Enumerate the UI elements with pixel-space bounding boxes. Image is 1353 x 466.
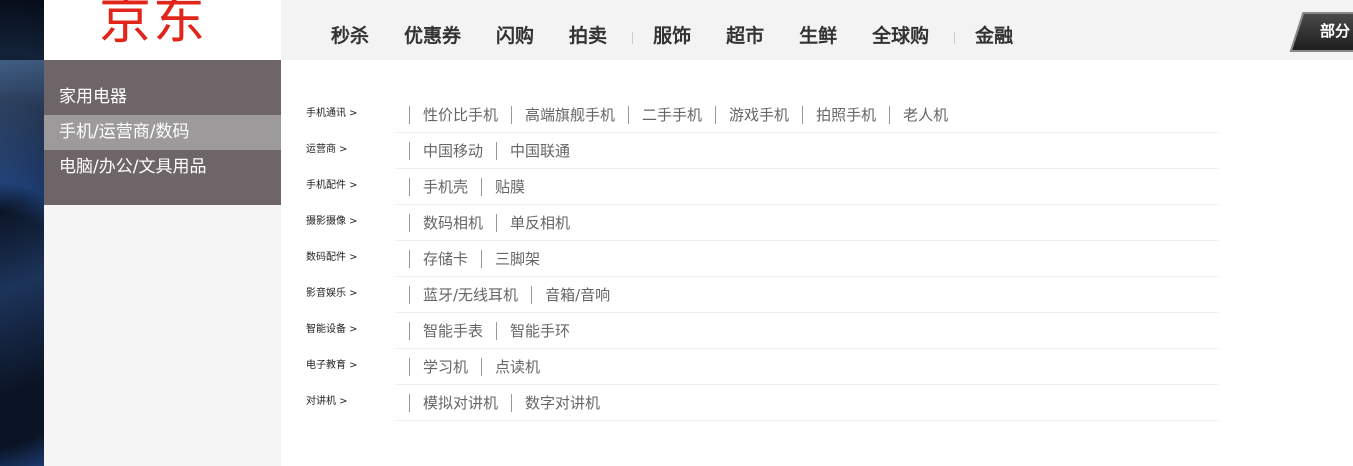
category-side-menu: 家用电器 手机/运营商/数码 电脑/办公/文具用品 (44, 60, 281, 205)
subcategory-row: 运营商 > 中国移动 中国联通 (306, 132, 1219, 169)
subcategory-row: 数码配件 > 存储卡 三脚架 (306, 240, 1219, 277)
subcategory-links: 中国移动 中国联通 (409, 132, 583, 168)
subcategory-link[interactable]: 存储卡 (409, 249, 481, 268)
jd-logo[interactable]: 京东 (99, 0, 207, 53)
subcategory-link[interactable]: 中国移动 (409, 141, 496, 160)
subcategory-row: 智能设备 > 智能手表 智能手环 (306, 312, 1219, 349)
subcategory-link[interactable]: 拍照手机 (802, 105, 889, 124)
subcategory-link[interactable]: 数字对讲机 (511, 393, 613, 412)
subcategory-link[interactable]: 高端旗舰手机 (511, 105, 628, 124)
subcategory-link[interactable]: 中国联通 (496, 141, 583, 160)
subcategory-links: 学习机 点读机 (409, 348, 553, 384)
subcategory-label[interactable]: 数码配件 > (306, 240, 358, 276)
subcategory-links: 手机壳 贴膜 (409, 168, 538, 204)
subcategory-link[interactable]: 模拟对讲机 (409, 393, 511, 412)
subcategory-links: 蓝牙/无线耳机 音箱/音响 (409, 276, 623, 312)
background-banner-image (0, 0, 44, 466)
banner-light-streak (0, 60, 44, 466)
subcategory-link[interactable]: 音箱/音响 (531, 285, 623, 304)
subcategory-link[interactable]: 性价比手机 (409, 105, 511, 124)
nav-divider (954, 31, 956, 44)
nav-item[interactable]: 全球购 (872, 22, 929, 50)
partial-badge-label[interactable]: 部分 (1320, 20, 1350, 41)
subcategory-link[interactable]: 三脚架 (481, 249, 553, 268)
subcategory-link[interactable]: 智能手表 (409, 321, 496, 340)
nav-item[interactable]: 生鲜 (799, 22, 837, 50)
nav-item[interactable]: 金融 (975, 22, 1013, 50)
subcategory-label[interactable]: 电子教育 > (306, 348, 358, 384)
subcategory-label[interactable]: 影音娱乐 > (306, 276, 358, 312)
subcategory-row: 手机通讯 > 性价比手机 高端旗舰手机 二手手机 游戏手机 拍照手机 老人机 (306, 96, 1219, 133)
subcategory-link[interactable]: 点读机 (481, 357, 553, 376)
subcategory-link[interactable]: 手机壳 (409, 177, 481, 196)
nav-item[interactable]: 闪购 (496, 22, 534, 50)
subcategory-link[interactable]: 游戏手机 (715, 105, 802, 124)
nav-item[interactable]: 超市 (726, 22, 764, 50)
subcategory-link[interactable]: 智能手环 (496, 321, 583, 340)
row-divider (395, 420, 1219, 421)
nav-divider (632, 31, 634, 44)
subcategory-link[interactable]: 老人机 (889, 105, 961, 124)
subcategory-label[interactable]: 对讲机 > (306, 384, 348, 420)
subcategory-link[interactable]: 单反相机 (496, 213, 583, 232)
subcategory-links: 存储卡 三脚架 (409, 240, 553, 276)
subcategory-link[interactable]: 蓝牙/无线耳机 (409, 285, 531, 304)
main-nav: 秒杀 优惠券 闪购 拍卖 服饰 超市 生鲜 全球购 金融 (331, 22, 1048, 50)
nav-item[interactable]: 秒杀 (331, 22, 369, 50)
subcategory-row: 影音娱乐 > 蓝牙/无线耳机 音箱/音响 (306, 276, 1219, 313)
nav-item[interactable]: 优惠券 (404, 22, 461, 50)
subcategory-row: 对讲机 > 模拟对讲机 数字对讲机 (306, 384, 1219, 421)
subcategory-label[interactable]: 手机通讯 > (306, 96, 358, 132)
subcategory-row: 手机配件 > 手机壳 贴膜 (306, 168, 1219, 205)
subcategory-links: 数码相机 单反相机 (409, 204, 583, 240)
subcategory-row: 电子教育 > 学习机 点读机 (306, 348, 1219, 385)
subcategory-links: 模拟对讲机 数字对讲机 (409, 384, 613, 420)
subcategory-link[interactable]: 数码相机 (409, 213, 496, 232)
subcategory-link[interactable]: 学习机 (409, 357, 481, 376)
subcategory-label[interactable]: 运营商 > (306, 132, 348, 168)
subcategory-links: 智能手表 智能手环 (409, 312, 583, 348)
subcategory-link[interactable]: 贴膜 (481, 177, 538, 196)
subcategory-link[interactable]: 二手手机 (628, 105, 715, 124)
subcategory-label[interactable]: 智能设备 > (306, 312, 358, 348)
nav-item[interactable]: 拍卖 (569, 22, 607, 50)
subcategory-label[interactable]: 手机配件 > (306, 168, 358, 204)
subcategory-links: 性价比手机 高端旗舰手机 二手手机 游戏手机 拍照手机 老人机 (409, 96, 961, 132)
side-menu-item[interactable]: 手机/运营商/数码 (44, 115, 281, 150)
subcategory-row: 摄影摄像 > 数码相机 单反相机 (306, 204, 1219, 241)
side-menu-item[interactable]: 家用电器 (44, 80, 281, 115)
side-menu-item[interactable]: 电脑/办公/文具用品 (44, 150, 281, 185)
logo-area[interactable]: 京东 (44, 0, 281, 60)
subcategory-label[interactable]: 摄影摄像 > (306, 204, 358, 240)
nav-item[interactable]: 服饰 (653, 22, 691, 50)
